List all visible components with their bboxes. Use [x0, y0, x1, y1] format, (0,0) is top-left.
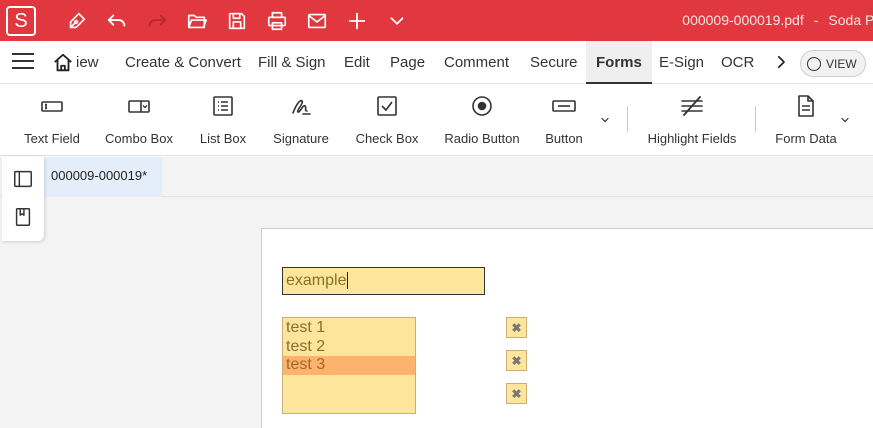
tab-view-label: iew: [76, 54, 99, 71]
highlight-fields-tool-button[interactable]: Highlight Fields: [646, 84, 738, 156]
redo-icon[interactable]: [144, 8, 170, 34]
check-box-icon: [377, 96, 397, 116]
tab-ocr[interactable]: OCR: [721, 41, 754, 84]
save-icon[interactable]: [224, 8, 250, 34]
print-icon[interactable]: [264, 8, 290, 34]
plus-icon[interactable]: [344, 8, 370, 34]
signature-icon: [292, 99, 311, 115]
window-title: 000009-000019.pdf-Soda PDF: [682, 12, 873, 28]
ribbon-divider: [755, 106, 756, 132]
tab-forms[interactable]: Forms: [586, 41, 652, 84]
panel-toggle-icon[interactable]: [12, 168, 34, 190]
form-data-dropdown-chevron-icon[interactable]: [839, 114, 851, 126]
bookmark-icon[interactable]: [12, 206, 34, 228]
text-field-icon: [41, 101, 63, 112]
view-toggle-label: VIEW: [826, 56, 857, 71]
radio-button-icon: [472, 96, 492, 116]
undo-icon[interactable]: [104, 8, 130, 34]
tab-view[interactable]: iew: [52, 41, 99, 84]
signature-tool-button[interactable]: Signature: [270, 84, 332, 156]
text-field-value: example: [286, 272, 347, 289]
forms-ribbon: Text Field Combo Box List Box Signature …: [0, 84, 873, 156]
window-title-file: 000009-000019.pdf: [682, 12, 804, 28]
highlight-fields-tool-label: Highlight Fields: [647, 131, 737, 146]
tab-edit[interactable]: Edit: [344, 41, 370, 84]
button-tool-label: Button: [545, 131, 583, 146]
list-box-option[interactable]: test 1: [283, 319, 415, 338]
tab-create-convert[interactable]: Create & Convert: [125, 41, 241, 84]
radio-button-tool-label: Radio Button: [444, 131, 520, 146]
tab-comment[interactable]: Comment: [444, 41, 509, 84]
text-caret: [347, 272, 349, 290]
combo-box-tool-label: Combo Box: [105, 131, 173, 146]
ribbon-divider: [627, 106, 628, 132]
hamburger-menu-icon[interactable]: [12, 53, 34, 71]
title-bar: S 000009-000019.pdf-Soda PDF: [0, 0, 873, 41]
home-icon: [54, 53, 72, 71]
document-tab[interactable]: 000009-000019*: [44, 157, 162, 197]
check-box-field[interactable]: ✖: [506, 350, 527, 371]
tab-page[interactable]: Page: [390, 41, 425, 84]
check-mark-icon: ✖: [511, 386, 522, 401]
chevron-down-icon[interactable]: [384, 8, 410, 34]
combo-box-tool-button[interactable]: Combo Box: [104, 84, 174, 156]
check-mark-icon: ✖: [511, 320, 522, 335]
button-icon: [552, 100, 576, 112]
tab-secure[interactable]: Secure: [530, 41, 578, 84]
check-mark-icon: ✖: [511, 353, 522, 368]
text-field-tool-button[interactable]: Text Field: [20, 84, 84, 156]
list-box-field[interactable]: test 1 test 2 test 3: [282, 317, 416, 414]
combo-box-icon: [128, 100, 150, 113]
app-logo[interactable]: S: [6, 6, 36, 36]
window-title-app: Soda PDF: [828, 12, 873, 28]
form-data-tool-label: Form Data: [775, 131, 837, 146]
highlight-fields-icon: [681, 96, 703, 116]
open-folder-icon[interactable]: [184, 8, 210, 34]
side-panel: [2, 157, 44, 241]
button-tool-button[interactable]: Button: [542, 84, 586, 156]
text-field-tool-label: Text Field: [24, 131, 80, 146]
form-data-tool-button[interactable]: Form Data: [774, 84, 838, 156]
toggle-circle-icon: [807, 56, 821, 71]
list-box-tool-label: List Box: [199, 131, 247, 146]
check-box-tool-label: Check Box: [355, 131, 419, 146]
form-data-icon: [798, 95, 814, 117]
text-field[interactable]: example: [282, 267, 485, 295]
list-box-option-selected[interactable]: test 3: [283, 356, 415, 375]
email-icon[interactable]: [304, 8, 330, 34]
list-box-tool-button[interactable]: List Box: [196, 84, 250, 156]
signature-tool-label: Signature: [273, 131, 329, 146]
check-box-field[interactable]: ✖: [506, 383, 527, 404]
document-tab-bar: 000009-000019*: [0, 157, 873, 197]
view-mode-toggle[interactable]: VIEW: [800, 50, 866, 77]
pen-icon[interactable]: [64, 8, 90, 34]
radio-button-tool-button[interactable]: Radio Button: [442, 84, 522, 156]
list-box-icon: [213, 96, 233, 116]
check-box-field[interactable]: ✖: [506, 317, 527, 338]
menu-bar: iew Create & Convert Fill & Sign Edit Pa…: [0, 41, 873, 84]
chevron-right-icon[interactable]: [772, 53, 790, 71]
tab-e-sign[interactable]: E-Sign: [659, 41, 704, 84]
tab-fill-sign[interactable]: Fill & Sign: [258, 41, 326, 84]
list-box-option[interactable]: test 2: [283, 338, 415, 357]
check-box-tool-button[interactable]: Check Box: [354, 84, 420, 156]
button-dropdown-chevron-icon[interactable]: [599, 114, 611, 126]
